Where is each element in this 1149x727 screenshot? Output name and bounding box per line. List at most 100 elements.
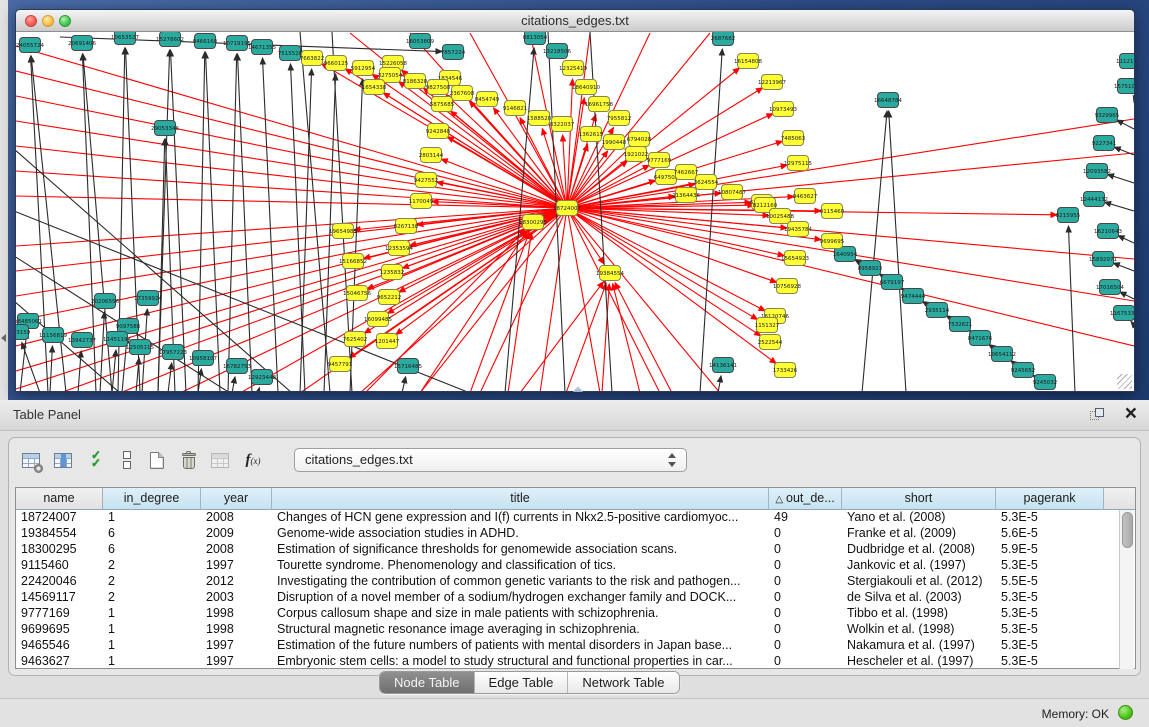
table-cell-year[interactable]: 2009 xyxy=(201,526,272,542)
graph-edge[interactable] xyxy=(402,377,406,391)
graph-node[interactable]: 10653527 xyxy=(111,32,139,45)
show-columns-button[interactable] xyxy=(49,446,77,474)
import-table-button[interactable] xyxy=(206,446,234,474)
graph-edge[interactable] xyxy=(567,208,600,391)
graph-node[interactable]: 9474444 xyxy=(901,289,926,304)
table-cell-year[interactable]: 2008 xyxy=(201,510,272,526)
table-cell-short[interactable]: Nakamura et al. (1997) xyxy=(842,638,996,654)
graph-node[interactable]: 1990448 xyxy=(602,135,627,150)
table-row[interactable]: 911546021997Tourette syndrome. Phenomeno… xyxy=(16,558,1119,574)
graph-edge[interactable] xyxy=(258,388,259,391)
graph-node[interactable]: 15166852 xyxy=(339,254,367,269)
table-cell-out_degree[interactable]: 0 xyxy=(769,654,842,670)
graph-node[interactable]: 19384554 xyxy=(596,266,624,281)
panel-collapse-arrow[interactable] xyxy=(1,334,6,342)
table-cell-year[interactable]: 1997 xyxy=(201,638,272,654)
graph-node[interactable]: 9660125 xyxy=(324,56,349,71)
graph-edge[interactable] xyxy=(889,111,906,391)
table-selector-dropdown[interactable]: citations_edges.txt xyxy=(294,448,687,472)
graph-node[interactable]: 8186328 xyxy=(403,74,428,89)
table-cell-short[interactable]: Stergiakouli et al. (2012) xyxy=(842,574,996,590)
citation-network-graph[interactable]: 2405572420691406106535271527860284661601… xyxy=(16,32,1134,391)
graph-edge[interactable] xyxy=(16,208,567,346)
table-cell-out_degree[interactable]: 0 xyxy=(769,606,842,622)
graph-node[interactable]: 2367608 xyxy=(450,86,475,101)
table-row[interactable]: 2242004622012Investigating the contribut… xyxy=(16,574,1119,590)
graph-node[interactable]: 12325419 xyxy=(559,61,587,76)
graph-node[interactable]: 16154808 xyxy=(734,54,762,69)
graph-node[interactable]: 12444132 xyxy=(1080,192,1108,207)
select-all-columns-button[interactable]: ✓✓ xyxy=(82,446,110,474)
graph-node[interactable]: 9245032 xyxy=(1033,375,1058,390)
graph-node[interactable]: 7485063 xyxy=(781,131,806,146)
graph-node[interactable]: 8267130 xyxy=(394,219,419,234)
table-cell-title[interactable]: Tourette syndrome. Phenomenology and cla… xyxy=(272,558,769,574)
graph-node[interactable]: 10958107 xyxy=(189,351,217,366)
table-cell-out_degree[interactable]: 0 xyxy=(769,558,842,574)
graph-node[interactable]: 7625402 xyxy=(343,332,368,347)
graph-node[interactable]: 17359924 xyxy=(134,291,162,306)
table-row[interactable]: 1872400712008Changes of HCN gene express… xyxy=(16,510,1119,526)
graph-node[interactable]: 6679197 xyxy=(880,275,905,290)
column-header-short[interactable]: short xyxy=(842,488,996,510)
table-cell-short[interactable]: Tibbo et al. (1998) xyxy=(842,606,996,622)
graph-node[interactable]: 1733426 xyxy=(773,363,798,378)
graph-node[interactable]: 2687682 xyxy=(711,32,736,46)
graph-node[interactable]: 2935114 xyxy=(925,303,950,318)
graph-node[interactable]: 9652212 xyxy=(377,290,402,305)
graph-node[interactable]: 11675338 xyxy=(1110,306,1134,321)
graph-node[interactable]: 15751074 xyxy=(1114,79,1134,94)
column-header-title[interactable]: title xyxy=(272,488,769,510)
graph-node[interactable]: 1362615 xyxy=(579,127,604,142)
graph-node[interactable]: 10807487 xyxy=(718,185,746,200)
float-panel-icon[interactable] xyxy=(1090,408,1105,423)
table-cell-name[interactable]: 22420046 xyxy=(16,574,103,590)
graph-edge[interactable] xyxy=(168,363,172,391)
table-cell-in_degree[interactable]: 1 xyxy=(103,622,201,638)
graph-edge[interactable] xyxy=(16,46,567,208)
table-cell-short[interactable]: Wolkin et al. (1998) xyxy=(842,622,996,638)
create-table-button[interactable] xyxy=(143,446,171,474)
graph-edge[interactable] xyxy=(567,33,710,208)
tab-network-table[interactable]: Network Table xyxy=(568,672,678,693)
graph-node[interactable]: 1588520 xyxy=(527,111,552,126)
graph-node[interactable]: 3913159 xyxy=(16,325,31,340)
graph-node[interactable]: 9146821 xyxy=(503,101,528,116)
graph-node[interactable]: 11156819 xyxy=(39,328,67,343)
graph-node[interactable]: 15654923 xyxy=(781,251,809,266)
table-cell-title[interactable]: Estimation of significance thresholds fo… xyxy=(272,542,769,558)
table-cell-name[interactable]: 18300295 xyxy=(16,542,103,558)
graph-node[interactable]: 13218506 xyxy=(543,44,571,59)
table-cell-pagerank[interactable]: 5.3E-5 xyxy=(996,510,1104,526)
graph-node[interactable]: 2803144 xyxy=(419,148,444,163)
graph-node[interactable]: 1654338 xyxy=(362,80,387,95)
graph-edge[interactable] xyxy=(300,69,312,391)
graph-node[interactable]: 9457791 xyxy=(328,357,353,372)
table-cell-short[interactable]: de Silva et al. (2003) xyxy=(842,590,996,606)
table-cell-year[interactable]: 1998 xyxy=(201,606,272,622)
graph-node[interactable]: 8322037 xyxy=(550,117,575,132)
table-cell-year[interactable]: 1997 xyxy=(201,654,272,670)
graph-edge[interactable] xyxy=(290,64,305,391)
graph-node[interactable]: 1921022 xyxy=(624,147,649,162)
graph-node[interactable]: 15046756 xyxy=(343,286,371,301)
graph-edge[interactable] xyxy=(615,283,672,391)
table-cell-pagerank[interactable]: 5.3E-5 xyxy=(996,622,1104,638)
graph-edge[interactable] xyxy=(16,121,567,208)
graph-node[interactable]: 15278602 xyxy=(156,32,184,47)
graph-edge[interactable] xyxy=(16,208,567,296)
graph-edge[interactable] xyxy=(613,284,640,391)
graph-node[interactable]: 8215955 xyxy=(1056,208,1081,223)
graph-edge[interactable] xyxy=(862,111,887,391)
table-cell-short[interactable]: Jankovic et al. (1997) xyxy=(842,558,996,574)
table-cell-pagerank[interactable]: 5.3E-5 xyxy=(996,606,1104,622)
graph-edge[interactable] xyxy=(1113,263,1134,271)
graph-node[interactable]: 1235832 xyxy=(380,265,405,280)
column-header-name[interactable]: name xyxy=(16,488,103,510)
graph-node[interactable]: 16210643 xyxy=(1094,224,1122,239)
memory-status-indicator[interactable] xyxy=(1118,705,1133,720)
graph-node[interactable]: 9827508 xyxy=(426,80,451,95)
column-header-pagerank[interactable]: pagerank xyxy=(996,488,1104,510)
table-cell-pagerank[interactable]: 5.6E-5 xyxy=(996,526,1104,542)
graph-node[interactable]: 12353594 xyxy=(385,241,413,256)
